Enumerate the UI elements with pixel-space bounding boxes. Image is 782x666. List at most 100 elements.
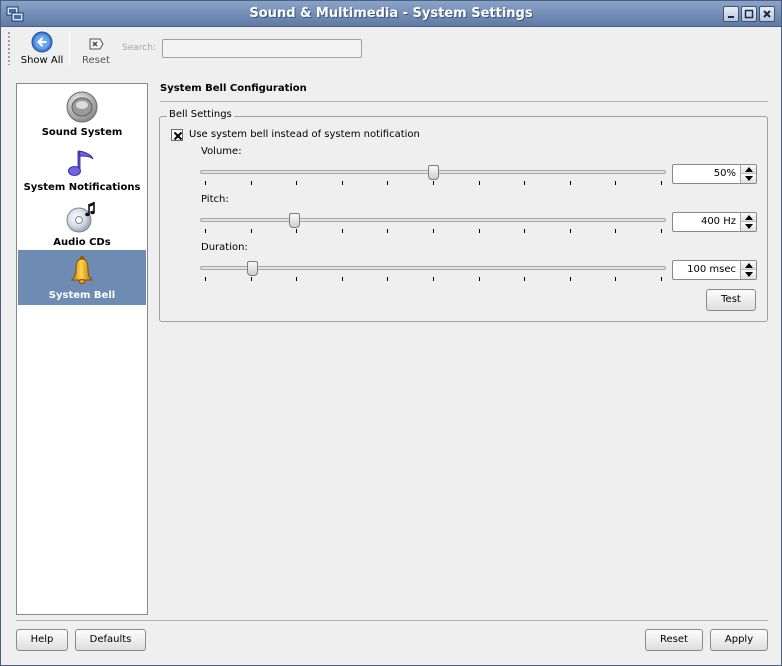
- pitch-ticks: [205, 229, 662, 233]
- group-title: Bell Settings: [167, 109, 234, 120]
- slider-tick: [341, 229, 343, 233]
- slider-tick: [387, 277, 389, 281]
- module-list: Sound System System Notifications Audio …: [16, 83, 148, 615]
- volume-label: Volume:: [201, 146, 242, 157]
- show-all-label: Show All: [20, 55, 64, 66]
- reset-icon: [89, 38, 104, 50]
- volume-increment[interactable]: [740, 165, 756, 174]
- slider-tick: [205, 181, 206, 185]
- search-label: Search:: [122, 43, 156, 53]
- test-button[interactable]: Test: [706, 289, 756, 311]
- slider-tick: [569, 229, 571, 233]
- sidebar-item-label: Sound System: [41, 127, 123, 138]
- slider-tick: [250, 229, 252, 233]
- toolbar-grip[interactable]: [7, 31, 12, 65]
- slider-tick: [524, 229, 526, 233]
- duration-increment[interactable]: [740, 261, 756, 270]
- defaults-button[interactable]: Defaults: [75, 629, 146, 651]
- slider-tick: [661, 229, 662, 233]
- volume-slider-handle[interactable]: [428, 165, 439, 180]
- sidebar-item-audio-cds[interactable]: Audio CDs: [18, 197, 146, 252]
- reset-button[interactable]: Reset: [645, 629, 703, 651]
- duration-slider-handle[interactable]: [247, 261, 259, 276]
- settings-window: Sound & Multimedia - System Settings Sho…: [0, 0, 782, 666]
- back-arrow-icon: [31, 31, 53, 53]
- close-button[interactable]: [759, 6, 775, 22]
- speaker-icon: [18, 90, 146, 124]
- arrow-down-icon: [745, 224, 753, 229]
- pitch-slider[interactable]: [200, 213, 666, 228]
- close-icon: [763, 10, 771, 18]
- toolbar-separator: [69, 31, 70, 65]
- maximize-icon: [744, 9, 754, 19]
- duration-spinbox[interactable]: 100 msec: [672, 260, 757, 280]
- pitch-increment[interactable]: [740, 213, 756, 222]
- volume-spinbox[interactable]: 50%: [672, 164, 757, 184]
- search-input[interactable]: [162, 39, 362, 58]
- sidebar-item-system-bell[interactable]: System Bell: [18, 250, 146, 305]
- volume-value: 50%: [713, 168, 736, 179]
- footer-divider: [16, 620, 768, 621]
- slider-tick: [433, 229, 434, 233]
- volume-ticks: [205, 181, 662, 185]
- sidebar-item-sound-system[interactable]: Sound System: [18, 87, 146, 142]
- slider-tick: [433, 277, 434, 281]
- pitch-label: Pitch:: [201, 194, 229, 205]
- minimize-button[interactable]: [723, 6, 739, 22]
- minimize-icon: [728, 16, 734, 18]
- help-button[interactable]: Help: [16, 629, 68, 651]
- use-system-bell-checkbox[interactable]: [171, 129, 183, 141]
- slider-tick: [478, 277, 480, 281]
- window-title: Sound & Multimedia - System Settings: [249, 6, 533, 21]
- toolbar-reset-label: Reset: [82, 55, 110, 66]
- slider-tick: [296, 277, 298, 281]
- checkmark-icon: [173, 131, 183, 141]
- slider-tick: [250, 277, 252, 281]
- slider-tick: [387, 229, 389, 233]
- slider-tick: [341, 277, 343, 281]
- slider-tick: [569, 277, 571, 281]
- bell-icon: [18, 253, 146, 287]
- volume-decrement[interactable]: [740, 174, 756, 183]
- pitch-spinbox[interactable]: 400 Hz: [672, 212, 757, 232]
- toolbar: Show All Reset Search:: [1, 27, 781, 69]
- sidebar-item-label: System Bell: [48, 290, 116, 301]
- pitch-slider-handle[interactable]: [288, 213, 300, 228]
- title-bar[interactable]: Sound & Multimedia - System Settings: [1, 1, 781, 27]
- title-divider: [160, 101, 768, 102]
- arrow-down-icon: [745, 176, 753, 181]
- toolbar-reset-button[interactable]: Reset: [77, 29, 115, 67]
- slider-tick: [296, 229, 298, 233]
- show-all-button[interactable]: Show All: [18, 29, 66, 67]
- sidebar-item-label: Audio CDs: [53, 237, 111, 248]
- slider-tick: [433, 181, 434, 185]
- arrow-up-icon: [745, 215, 753, 220]
- slider-tick: [478, 229, 480, 233]
- duration-slider[interactable]: [200, 261, 666, 276]
- slider-tick: [524, 277, 526, 281]
- arrow-up-icon: [745, 167, 753, 172]
- maximize-button[interactable]: [741, 6, 757, 22]
- slider-tick: [661, 181, 662, 185]
- slider-tick: [296, 181, 298, 185]
- slider-tick: [569, 181, 571, 185]
- pitch-decrement[interactable]: [740, 222, 756, 231]
- sidebar-item-system-notifications[interactable]: System Notifications: [18, 142, 146, 197]
- slider-tick: [615, 181, 617, 185]
- slider-tick: [524, 181, 526, 185]
- volume-slider[interactable]: [200, 165, 666, 180]
- music-note-icon: [18, 145, 146, 179]
- slider-tick: [615, 229, 617, 233]
- slider-tick: [341, 181, 343, 185]
- slider-tick: [387, 181, 389, 185]
- duration-decrement[interactable]: [740, 270, 756, 279]
- audio-cd-icon: [18, 200, 146, 234]
- slider-tick: [478, 181, 480, 185]
- duration-ticks: [205, 277, 662, 281]
- slider-tick: [615, 277, 617, 281]
- slider-tick: [250, 181, 252, 185]
- apply-button[interactable]: Apply: [710, 629, 768, 651]
- page-title: System Bell Configuration: [160, 83, 307, 94]
- pitch-value: 400 Hz: [700, 216, 736, 227]
- arrow-down-icon: [745, 272, 753, 277]
